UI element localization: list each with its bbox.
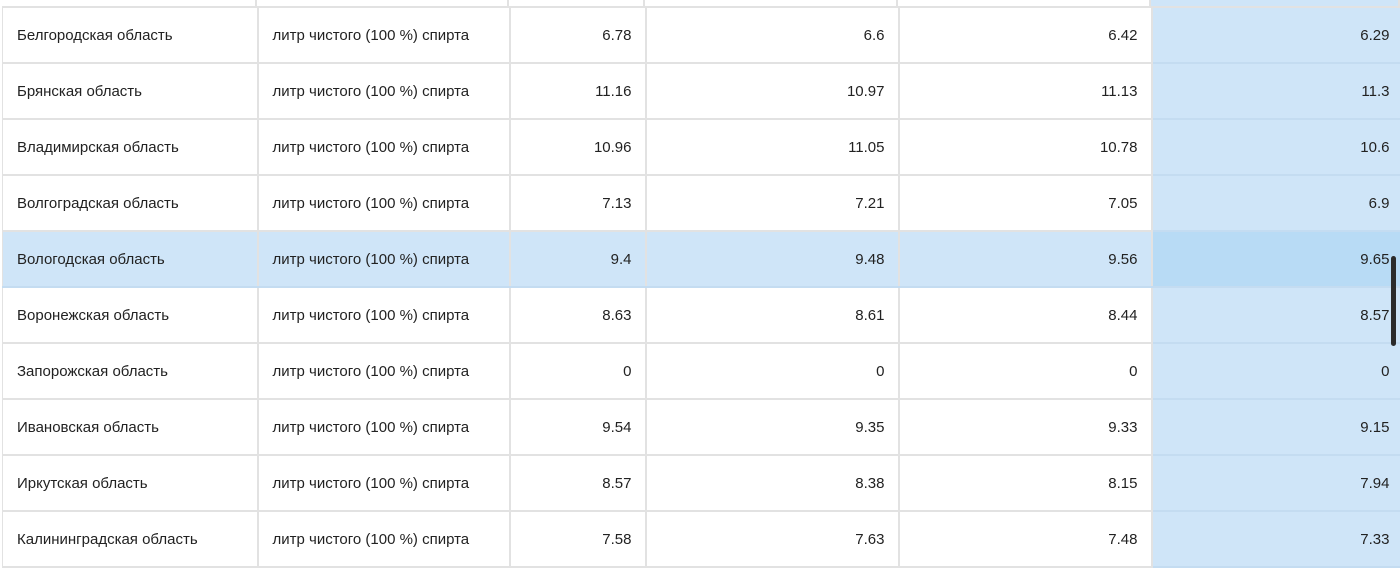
region-cell[interactable]: Вологодская область (2, 231, 259, 288)
value-cell[interactable]: 10.96 (509, 119, 647, 176)
value-cell[interactable]: 7.21 (645, 175, 900, 232)
table-row[interactable]: Владимирская область литр чистого (100 %… (2, 119, 1400, 176)
unit-cell[interactable]: литр чистого (100 %) спирта (257, 6, 511, 64)
value-cell-selected-column[interactable]: 7.33 (1151, 511, 1400, 568)
value-cell-selected-column[interactable]: 6.9 (1151, 175, 1400, 232)
value-cell[interactable]: 9.4 (509, 231, 647, 288)
value-cell[interactable]: 7.05 (898, 175, 1153, 232)
unit-cell[interactable]: литр чистого (100 %) спирта (257, 119, 511, 176)
value-cell[interactable]: 8.63 (509, 287, 647, 344)
value-cell-active[interactable]: 9.65 (1151, 231, 1400, 288)
unit-cell[interactable]: литр чистого (100 %) спирта (257, 287, 511, 344)
value-cell-selected-column[interactable]: 6.29 (1151, 6, 1400, 64)
value-cell[interactable]: 9.48 (645, 231, 900, 288)
value-cell[interactable]: 10.78 (898, 119, 1153, 176)
table-row[interactable]: Иркутская область литр чистого (100 %) с… (2, 455, 1400, 512)
region-cell[interactable]: Белгородская область (2, 6, 259, 64)
region-cell[interactable]: Ивановская область (2, 399, 259, 456)
unit-cell[interactable]: литр чистого (100 %) спирта (257, 455, 511, 512)
value-cell[interactable]: 8.61 (645, 287, 900, 344)
region-cell[interactable]: Волгоградская область (2, 175, 259, 232)
table-row-selected[interactable]: Вологодская область литр чистого (100 %)… (2, 231, 1400, 288)
value-cell[interactable]: 9.54 (509, 399, 647, 456)
unit-cell[interactable]: литр чистого (100 %) спирта (257, 343, 511, 400)
value-cell[interactable]: 9.35 (645, 399, 900, 456)
value-cell-selected-column[interactable]: 0 (1151, 343, 1400, 400)
value-cell[interactable]: 7.13 (509, 175, 647, 232)
value-cell-selected-column[interactable]: 10.6 (1151, 119, 1400, 176)
value-cell[interactable]: 9.33 (898, 399, 1153, 456)
table-body: Белгородская область литр чистого (100 %… (2, 6, 1400, 568)
value-cell[interactable]: 6.78 (509, 6, 647, 64)
value-cell[interactable]: 8.38 (645, 455, 900, 512)
unit-cell[interactable]: литр чистого (100 %) спирта (257, 511, 511, 568)
region-cell[interactable]: Воронежская область (2, 287, 259, 344)
region-cell[interactable]: Владимирская область (2, 119, 259, 176)
table-row[interactable]: Волгоградская область литр чистого (100 … (2, 175, 1400, 232)
table-row[interactable]: Запорожская область литр чистого (100 %)… (2, 343, 1400, 400)
value-cell[interactable]: 11.16 (509, 63, 647, 120)
region-cell[interactable]: Калининградская область (2, 511, 259, 568)
table-row[interactable]: Ивановская область литр чистого (100 %) … (2, 399, 1400, 456)
value-cell[interactable]: 0 (898, 343, 1153, 400)
table-row[interactable]: Белгородская область литр чистого (100 %… (2, 6, 1400, 64)
value-cell[interactable]: 0 (645, 343, 900, 400)
unit-cell[interactable]: литр чистого (100 %) спирта (257, 399, 511, 456)
value-cell[interactable]: 7.58 (509, 511, 647, 568)
value-cell[interactable]: 0 (509, 343, 647, 400)
value-cell[interactable]: 6.42 (898, 6, 1153, 64)
region-cell[interactable]: Брянская область (2, 63, 259, 120)
value-cell[interactable]: 7.48 (898, 511, 1153, 568)
table-row[interactable]: Брянская область литр чистого (100 %) сп… (2, 63, 1400, 120)
value-cell-selected-column[interactable]: 8.57 (1151, 287, 1400, 344)
value-cell[interactable]: 8.15 (898, 455, 1153, 512)
unit-cell[interactable]: литр чистого (100 %) спирта (257, 231, 511, 288)
value-cell[interactable]: 8.44 (898, 287, 1153, 344)
value-cell[interactable]: 10.97 (645, 63, 900, 120)
table-row[interactable]: Воронежская область литр чистого (100 %)… (2, 287, 1400, 344)
value-cell[interactable]: 11.13 (898, 63, 1153, 120)
value-cell[interactable]: 7.63 (645, 511, 900, 568)
value-cell[interactable]: 8.57 (509, 455, 647, 512)
data-grid: Белгородская область литр чистого (100 %… (0, 0, 1400, 572)
data-table: Белгородская область литр чистого (100 %… (2, 6, 1400, 568)
vertical-scrollbar-thumb[interactable] (1391, 256, 1396, 346)
value-cell[interactable]: 9.56 (898, 231, 1153, 288)
table-row[interactable]: Калининградская область литр чистого (10… (2, 511, 1400, 568)
unit-cell[interactable]: литр чистого (100 %) спирта (257, 63, 511, 120)
value-cell-selected-column[interactable]: 11.3 (1151, 63, 1400, 120)
value-cell[interactable]: 6.6 (645, 6, 900, 64)
unit-cell[interactable]: литр чистого (100 %) спирта (257, 175, 511, 232)
value-cell-selected-column[interactable]: 7.94 (1151, 455, 1400, 512)
value-cell-selected-column[interactable]: 9.15 (1151, 399, 1400, 456)
region-cell[interactable]: Запорожская область (2, 343, 259, 400)
value-cell[interactable]: 11.05 (645, 119, 900, 176)
region-cell[interactable]: Иркутская область (2, 455, 259, 512)
